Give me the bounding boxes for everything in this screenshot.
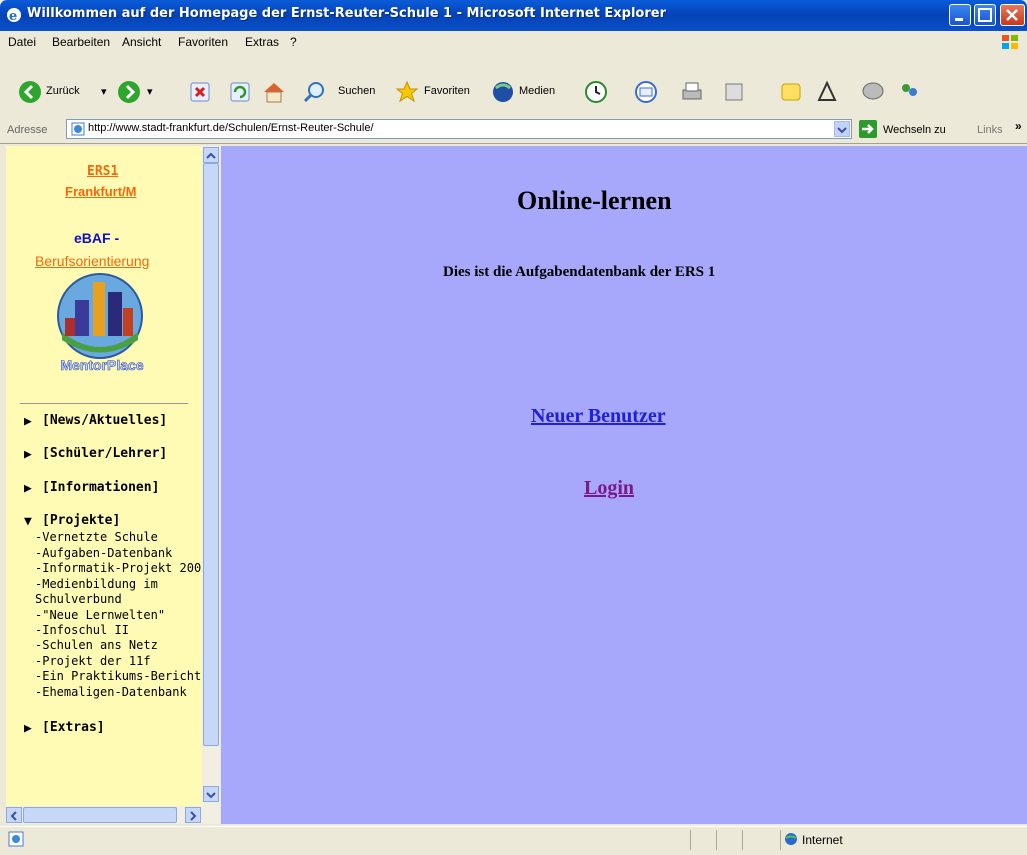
media-button[interactable]: Medien [519,85,555,97]
research-icon[interactable] [815,80,839,104]
project-item[interactable]: -Medienbildung im [35,577,158,591]
forward-icon[interactable] [117,80,141,104]
maximize-icon [978,8,992,22]
triangle-right-icon: ▶ [24,447,32,462]
scroll-left-icon[interactable] [6,807,22,823]
discuss-icon[interactable] [861,80,885,104]
nav-news[interactable]: [News/Aktuelles] [42,413,167,428]
nav-informationen[interactable]: [Informationen] [42,480,159,495]
window-title: Willkommen auf der Homepage der Ernst-Re… [27,6,666,21]
svg-text:e: e [9,9,17,23]
search-icon[interactable] [303,80,327,104]
triangle-right-icon: ▶ [24,721,32,736]
globe-icon [785,833,797,845]
menu-favoriten[interactable]: Favoriten [178,35,228,49]
forward-dropdown-icon[interactable]: ▾ [147,85,153,98]
home-icon[interactable] [262,80,286,104]
project-item[interactable]: -Infoschul II [35,623,129,637]
minimize-button[interactable] [949,4,971,26]
menu-ansicht[interactable]: Ansicht [122,35,161,49]
project-item[interactable]: -Ehemaligen-Datenbank [35,685,187,699]
project-item[interactable]: -Ein Praktikums-Bericht [35,669,201,683]
media-icon[interactable] [491,80,515,104]
page-status-icon [8,831,24,847]
back-button[interactable]: Zurück [46,85,80,97]
horizontal-scroll-thumb[interactable] [23,807,177,823]
page-icon [71,122,85,136]
project-item[interactable]: -Schulen ans Netz [35,638,158,652]
scroll-up-icon[interactable] [203,147,219,163]
nav-extras[interactable]: [Extras] [42,720,105,735]
links-button[interactable]: Links [977,124,1003,136]
address-label: Adresse [7,124,48,136]
back-dropdown-icon[interactable]: ▾ [101,85,107,98]
school-link[interactable]: ERS1 [87,164,118,179]
page-subtitle: Dies ist die Aufgabendatenbank der ERS 1 [443,264,716,280]
project-item[interactable]: Schulverbund [35,592,122,606]
berufsorientierung-link[interactable]: Berufsorientierung [35,253,149,269]
chevron-right-icon[interactable]: » [1015,119,1022,133]
edit-icon[interactable] [722,80,746,104]
status-divider [742,830,743,850]
status-divider [716,830,717,850]
go-arrow-icon[interactable] [859,120,877,138]
menu-help[interactable]: ? [290,35,297,49]
search-button[interactable]: Suchen [338,85,375,97]
nav-projekte[interactable]: [Projekte] [42,513,120,528]
nav-schueler-lehrer[interactable]: [Schüler/Lehrer] [42,446,167,461]
favorites-button[interactable]: Favoriten [424,85,470,97]
refresh-icon[interactable] [228,80,252,104]
menu-bearbeiten[interactable]: Bearbeiten [52,35,110,49]
windows-logo-icon [1002,35,1018,49]
maximize-button[interactable] [974,4,996,26]
status-divider [780,830,781,850]
project-item[interactable]: -"Neue Lernwelten" [35,608,165,622]
back-icon[interactable] [18,80,42,104]
menu-datei[interactable]: Datei [8,35,36,49]
scroll-thumb[interactable] [203,163,219,746]
stop-icon[interactable] [188,80,212,104]
project-item[interactable]: -Vernetzte Schule [35,530,158,544]
menu-extras[interactable]: Extras [245,35,279,49]
go-button[interactable]: Wechseln zu [883,124,946,136]
ebaf-label: eBAF - [74,230,120,246]
print-icon[interactable] [680,80,704,104]
address-url[interactable]: http://www.stadt-frankfurt.de/Schulen/Er… [88,122,374,134]
ie-icon: e [7,8,21,23]
security-zone: Internet [802,833,843,847]
history-icon[interactable] [584,80,608,104]
city-link[interactable]: Frankfurt/M [65,184,137,199]
triangle-down-icon: ▼ [24,514,32,529]
mentorplace-logo[interactable]: MentorPlace [45,270,160,375]
messenger-icon[interactable] [779,80,803,104]
status-bar [0,826,1027,855]
minimize-icon [955,18,963,21]
new-user-link[interactable]: Neuer Benutzer [531,405,666,428]
login-link[interactable]: Login [584,477,634,500]
sidebar-divider [20,403,188,404]
project-item[interactable]: -Aufgaben-Datenbank [35,546,172,560]
status-divider [690,830,691,850]
svg-text:MentorPlace: MentorPlace [60,357,143,373]
scroll-down-icon[interactable] [203,786,219,802]
page-title: Online-lernen [517,186,672,215]
favorites-icon[interactable] [395,80,419,104]
close-button[interactable] [1000,4,1025,26]
mail-icon[interactable] [634,80,658,104]
contacts-icon[interactable] [897,80,921,104]
triangle-right-icon: ▶ [24,481,32,496]
address-dropdown-icon[interactable] [834,121,850,137]
project-item[interactable]: -Projekt der 11f [35,654,151,668]
triangle-right-icon: ▶ [24,414,32,429]
close-icon [1006,9,1018,21]
scroll-right-icon[interactable] [185,807,201,823]
project-item[interactable]: -Informatik-Projekt 2002 [35,561,202,575]
